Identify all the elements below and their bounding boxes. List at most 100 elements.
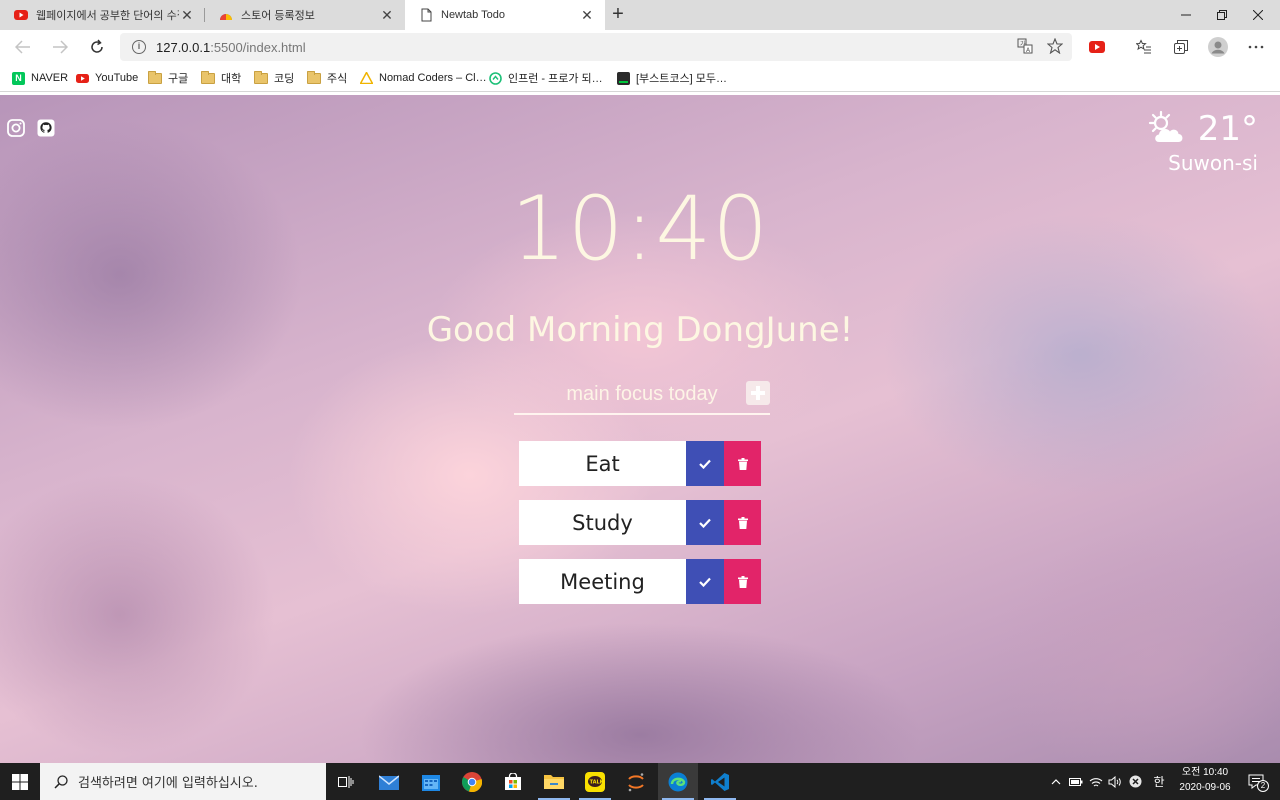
bookmark-folder-coding[interactable]: 코딩: [254, 70, 294, 86]
taskbar-mail[interactable]: [369, 763, 409, 800]
bookmarks-bar: N NAVER YouTube 구글 대학 코딩 주식 Nomad Coders…: [0, 64, 1280, 92]
tab-label: 웹페이지에서 공부한 단어의 수집…: [36, 10, 179, 22]
todo-input[interactable]: [514, 377, 770, 411]
url-text[interactable]: 127.0.0.1:5500/index.html: [156, 40, 306, 55]
bookmark-youtube[interactable]: YouTube: [76, 70, 138, 86]
close-icon[interactable]: ✕: [579, 7, 595, 24]
check-icon: [699, 577, 711, 587]
restore-button[interactable]: [1204, 0, 1240, 30]
taskbar-kakaotalk[interactable]: TALK: [575, 763, 615, 800]
bookmark-nomad-coders[interactable]: Nomad Coders – Cl…: [360, 70, 487, 86]
taskbar-clock[interactable]: 오전 10:40 2020-09-06: [1172, 765, 1238, 795]
plus-icon: [751, 386, 765, 400]
address-bar[interactable]: i 127.0.0.1:5500/index.html: [120, 33, 1072, 61]
taskbar-calendar[interactable]: [411, 763, 451, 800]
inflearn-icon: [489, 71, 502, 85]
bookmark-folder-university[interactable]: 대학: [201, 70, 241, 86]
tab-youtube[interactable]: 웹페이지에서 공부한 단어의 수집… ✕: [0, 0, 205, 30]
volume-icon[interactable]: [1107, 763, 1123, 800]
wifi-icon[interactable]: [1088, 763, 1104, 800]
notification-center-button[interactable]: 2: [1242, 763, 1272, 800]
complete-button[interactable]: [686, 559, 724, 604]
folder-icon: [148, 70, 162, 84]
taskbar-vscode[interactable]: [700, 763, 740, 800]
info-icon[interactable]: i: [132, 40, 146, 54]
taskbar-jupyter[interactable]: [616, 763, 656, 800]
taskbar-store[interactable]: [493, 763, 533, 800]
complete-button[interactable]: [686, 441, 724, 486]
page-icon: [419, 8, 433, 22]
more-menu-icon[interactable]: [1246, 37, 1266, 57]
delete-button[interactable]: [724, 500, 761, 545]
close-window-button[interactable]: [1240, 0, 1276, 30]
windows-start-button[interactable]: [0, 763, 40, 800]
favorites-list-icon[interactable]: [1134, 37, 1154, 57]
back-button[interactable]: [12, 36, 34, 58]
youtube-icon: [76, 72, 89, 85]
network-error-icon[interactable]: [1127, 763, 1143, 800]
close-icon[interactable]: ✕: [179, 7, 195, 24]
tray-overflow-chevron-up-icon[interactable]: [1048, 763, 1064, 800]
jupyter-icon: [628, 772, 644, 791]
youtube-icon: [14, 8, 28, 22]
browser-toolbar: i 127.0.0.1:5500/index.html 가A: [0, 30, 1280, 64]
tab-strip: 웹페이지에서 공부한 단어의 수집… ✕ 스토어 등록정보 ✕ Newtab T…: [0, 0, 1280, 30]
check-icon: [699, 459, 711, 469]
collections-icon[interactable]: [1171, 37, 1191, 57]
tab-label: Newtab Todo: [441, 9, 506, 21]
complete-button[interactable]: [686, 500, 724, 545]
tab-newtab-todo[interactable]: Newtab Todo ✕: [405, 0, 605, 30]
folder-icon: [201, 70, 215, 84]
taskbar-edge[interactable]: [658, 763, 698, 800]
translate-icon[interactable]: 가A: [1016, 37, 1034, 55]
todo-item: Study: [519, 500, 761, 545]
instagram-icon[interactable]: [7, 119, 25, 137]
add-todo-button[interactable]: [746, 381, 770, 405]
trash-icon: [737, 575, 748, 588]
bookmark-folder-google[interactable]: 구글: [148, 70, 188, 86]
notification-count: 2: [1257, 780, 1269, 792]
bookmark-label: NAVER: [31, 72, 69, 84]
bookmark-inflearn[interactable]: 인프런 - 프로가 되…: [489, 70, 603, 86]
chrome-store-icon: [219, 8, 233, 22]
nomad-icon: [360, 72, 373, 85]
bookmark-label: 주식: [327, 73, 348, 85]
profile-avatar-icon[interactable]: [1208, 37, 1228, 57]
taskbar-chrome[interactable]: [452, 763, 492, 800]
temperature: 21°: [1197, 109, 1258, 149]
greeting: Good Morning DongJune!: [426, 310, 854, 350]
check-icon: [699, 518, 711, 528]
bookmark-folder-stocks[interactable]: 주식: [307, 70, 347, 86]
taskbar-date: 2020-09-06: [1179, 782, 1231, 793]
taskbar-file-explorer[interactable]: [534, 763, 574, 800]
ime-label: 한: [1153, 775, 1165, 789]
youtube-extension-icon[interactable]: [1087, 37, 1107, 57]
battery-icon[interactable]: [1068, 763, 1084, 800]
refresh-button[interactable]: [86, 36, 108, 58]
github-icon[interactable]: [37, 119, 55, 137]
ime-indicator[interactable]: 한: [1150, 763, 1168, 800]
tab-store[interactable]: 스토어 등록정보 ✕: [205, 0, 405, 30]
bookmark-label: [부스트코스] 모두…: [636, 73, 728, 85]
bookmark-boostcourse[interactable]: [부스트코스] 모두…: [617, 70, 727, 86]
todo-item: Meeting: [519, 559, 761, 604]
windows-taskbar: 검색하려면 여기에 입력하십시오. TALK 한 오전 10:40 2020-0…: [0, 763, 1280, 800]
clock: 10:40: [510, 177, 770, 280]
forward-button[interactable]: [49, 36, 71, 58]
calendar-icon: [422, 774, 440, 791]
favorite-star-icon[interactable]: [1046, 37, 1064, 55]
partly-cloudy-icon: [1146, 110, 1188, 149]
task-view-button[interactable]: [326, 763, 366, 800]
bookmark-naver[interactable]: N NAVER: [12, 70, 68, 86]
delete-button[interactable]: [724, 441, 761, 486]
todo-text: Study: [519, 500, 686, 545]
windows-logo-icon: [12, 773, 28, 790]
bookmark-label: 대학: [221, 73, 242, 85]
close-icon[interactable]: ✕: [379, 7, 395, 24]
new-tab-button[interactable]: +: [608, 4, 628, 26]
taskbar-search-box[interactable]: 검색하려면 여기에 입력하십시오.: [40, 763, 326, 800]
delete-button[interactable]: [724, 559, 761, 604]
weather-widget: 21° Suwon-si: [1146, 109, 1258, 175]
minimize-button[interactable]: [1168, 0, 1204, 30]
store-icon: [505, 772, 521, 790]
